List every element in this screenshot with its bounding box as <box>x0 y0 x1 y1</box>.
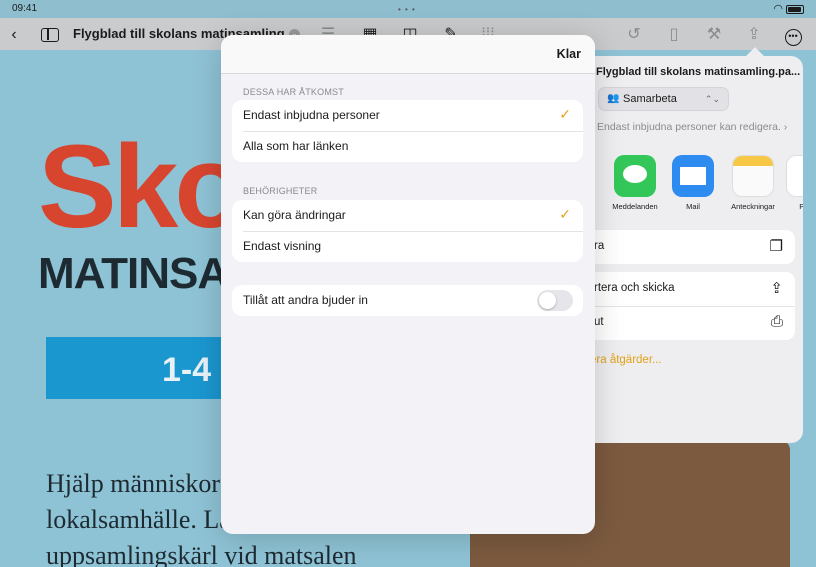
app-label: Anteckningar <box>731 202 775 211</box>
share-actions-group: rtera och skicka ⇪ ut ⎙ <box>568 272 795 340</box>
share-sheet-title: Flygblad till skolans matinsamling.pa... <box>596 66 801 78</box>
collaborate-label: Samarbeta <box>623 93 677 105</box>
option-label: Endast inbjudna personer <box>243 108 380 122</box>
status-bar: 09:41 • • • ◠ <box>0 0 816 18</box>
format-icon[interactable]: ⚒ <box>704 25 724 45</box>
multitasking-dots[interactable]: • • • <box>398 5 416 14</box>
share-app-reminders[interactable]: Påm <box>782 155 803 211</box>
access-options-group: Endast inbjudna personer ✓ Alla som har … <box>232 100 583 162</box>
collaborate-menu-button[interactable]: 👥 Samarbeta ⌃⌄ <box>598 87 729 111</box>
permission-options-group: Kan göra ändringar ✓ Endast visning <box>232 200 583 262</box>
print-icon: ⎙ <box>770 313 783 330</box>
status-time: 09:41 <box>12 3 38 14</box>
sidebar-icon[interactable] <box>40 25 60 45</box>
messages-icon <box>614 155 656 197</box>
share-app-mail[interactable]: Mail <box>668 155 718 211</box>
app-label: Mail <box>686 202 700 211</box>
trash-icon[interactable]: ▯ <box>664 25 684 45</box>
status-indicators: ◠ <box>773 2 804 15</box>
share-sheet: Flygblad till skolans matinsamling.pa...… <box>560 56 803 443</box>
share-app-notes[interactable]: Anteckningar <box>728 155 778 211</box>
divider <box>594 306 795 307</box>
permission-option-can-edit[interactable]: Kan göra ändringar ✓ <box>232 200 583 231</box>
checkmark-icon: ✓ <box>559 106 571 122</box>
option-label: Alla som har länken <box>243 139 349 153</box>
modal-header: Klar <box>221 35 595 74</box>
share-action-export[interactable]: rtera och skicka ⇪ <box>568 272 795 306</box>
export-icon: ⇪ <box>770 280 783 297</box>
app-label: Påm <box>799 202 803 211</box>
option-label: Endast visning <box>243 239 322 253</box>
poster-band-text: 1-4 <box>162 351 212 389</box>
share-action-copy[interactable]: ra ❐ <box>568 230 795 264</box>
edit-actions-link[interactable]: era åtgärder... <box>590 354 662 366</box>
more-icon[interactable]: ••• <box>783 25 803 46</box>
undo-icon[interactable]: ↺ <box>624 25 644 45</box>
done-button[interactable]: Klar <box>557 47 581 61</box>
poster-body-line: uppsamlingskärl vid matsalen <box>46 541 357 567</box>
access-summary-link[interactable]: Endast inbjudna personer kan redigera. › <box>597 121 787 133</box>
action-label: ra <box>594 240 605 252</box>
permission-option-view-only[interactable]: Endast visning <box>232 231 583 262</box>
share-action-print[interactable]: ut ⎙ <box>568 306 795 340</box>
battery-icon <box>786 4 804 14</box>
toggle-label: Tillåt att andra bjuder in <box>243 293 368 307</box>
chevron-right-icon: › <box>783 121 788 133</box>
notes-icon <box>732 155 774 197</box>
copy-icon: ❐ <box>769 238 783 255</box>
mail-icon <box>672 155 714 197</box>
action-label: rtera och skicka <box>594 282 675 294</box>
access-option-anyone-with-link[interactable]: Alla som har länken <box>232 131 583 162</box>
reminders-icon <box>786 155 803 197</box>
people-icon: 👥 <box>607 93 620 104</box>
chevron-updown-icon: ⌃⌄ <box>704 94 720 104</box>
access-settings-modal: Klar DESSA HAR ÅTKOMST Endast inbjudna p… <box>221 35 595 534</box>
permissions-section-header: BEHÖRIGHETER <box>243 186 318 196</box>
allow-invite-toggle[interactable] <box>537 290 573 311</box>
action-label: ut <box>594 316 604 328</box>
option-label: Kan göra ändringar <box>243 208 346 222</box>
share-icon[interactable]: ⇪ <box>744 25 764 45</box>
share-apps-row: Meddelanden Mail Anteckningar Påm <box>560 155 803 215</box>
checkmark-icon: ✓ <box>559 206 571 222</box>
access-summary-text: Endast inbjudna personer kan redigera. <box>597 121 781 133</box>
share-app-messages[interactable]: Meddelanden <box>610 155 660 211</box>
wifi-icon: ◠ <box>773 3 783 15</box>
toggle-knob <box>539 292 556 309</box>
allow-others-invite-row: Tillåt att andra bjuder in <box>232 285 583 316</box>
invite-toggle-group: Tillåt att andra bjuder in <box>232 285 583 316</box>
app-label: Meddelanden <box>612 202 658 211</box>
access-option-invited[interactable]: Endast inbjudna personer ✓ <box>232 100 583 131</box>
access-section-header: DESSA HAR ÅTKOMST <box>243 87 344 97</box>
back-icon[interactable]: ‹ <box>4 25 24 45</box>
